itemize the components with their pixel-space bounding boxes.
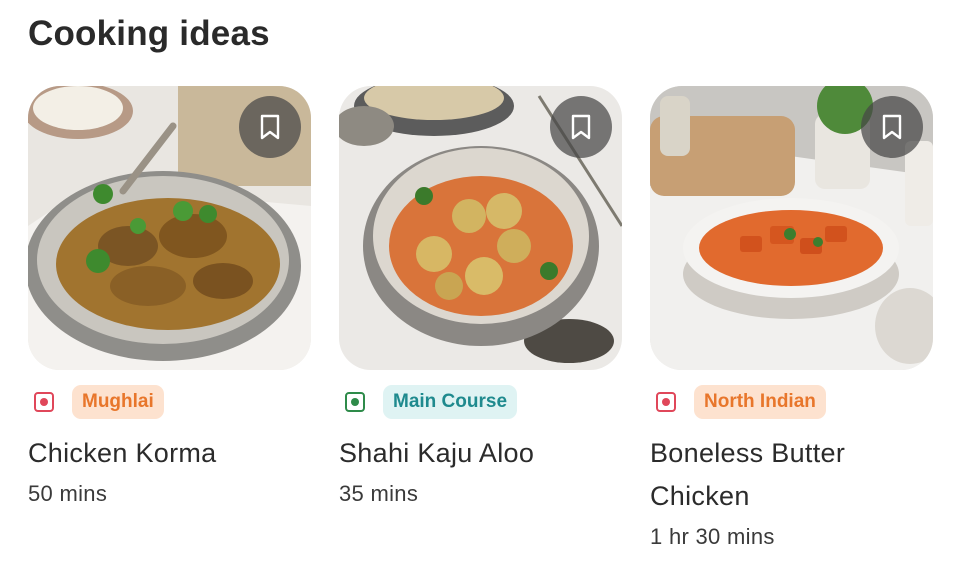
recipe-image[interactable] xyxy=(650,86,933,370)
recipe-name[interactable]: Boneless Butter Chicken xyxy=(650,432,933,518)
recipe-card[interactable]: North Indian Boneless Butter Chicken 1 h… xyxy=(650,86,933,550)
recipe-card[interactable]: Main Course Shahi Kaju Aloo 35 mins xyxy=(339,86,622,550)
cuisine-tag: Main Course xyxy=(383,385,518,419)
recipe-time: 50 mins xyxy=(28,481,108,506)
cuisine-tag: North Indian xyxy=(694,385,826,419)
recipe-name[interactable]: Chicken Korma xyxy=(28,432,311,475)
bookmark-button[interactable] xyxy=(550,96,612,158)
recipe-name[interactable]: Shahi Kaju Aloo xyxy=(339,432,622,475)
bookmark-icon xyxy=(571,114,591,140)
non-veg-icon xyxy=(34,392,54,412)
bookmark-icon xyxy=(260,114,280,140)
bookmark-button[interactable] xyxy=(861,96,923,158)
section-title: Cooking ideas xyxy=(28,14,270,53)
recipe-image[interactable] xyxy=(339,86,622,370)
recipe-meta: Main Course xyxy=(339,384,622,420)
bookmark-icon xyxy=(882,114,902,140)
veg-icon xyxy=(345,392,365,412)
non-veg-icon xyxy=(656,392,676,412)
recipe-image[interactable] xyxy=(28,86,311,370)
recipe-time: 35 mins xyxy=(339,481,419,506)
recipe-card[interactable]: Mughlai Chicken Korma 50 mins xyxy=(28,86,311,550)
recipe-meta: North Indian xyxy=(650,384,933,420)
recipe-meta: Mughlai xyxy=(28,384,311,420)
bookmark-button[interactable] xyxy=(239,96,301,158)
recipe-card-list: Mughlai Chicken Korma 50 mins Main Cours… xyxy=(28,86,933,550)
recipe-time: 1 hr 30 mins xyxy=(650,524,775,549)
cuisine-tag: Mughlai xyxy=(72,385,164,419)
